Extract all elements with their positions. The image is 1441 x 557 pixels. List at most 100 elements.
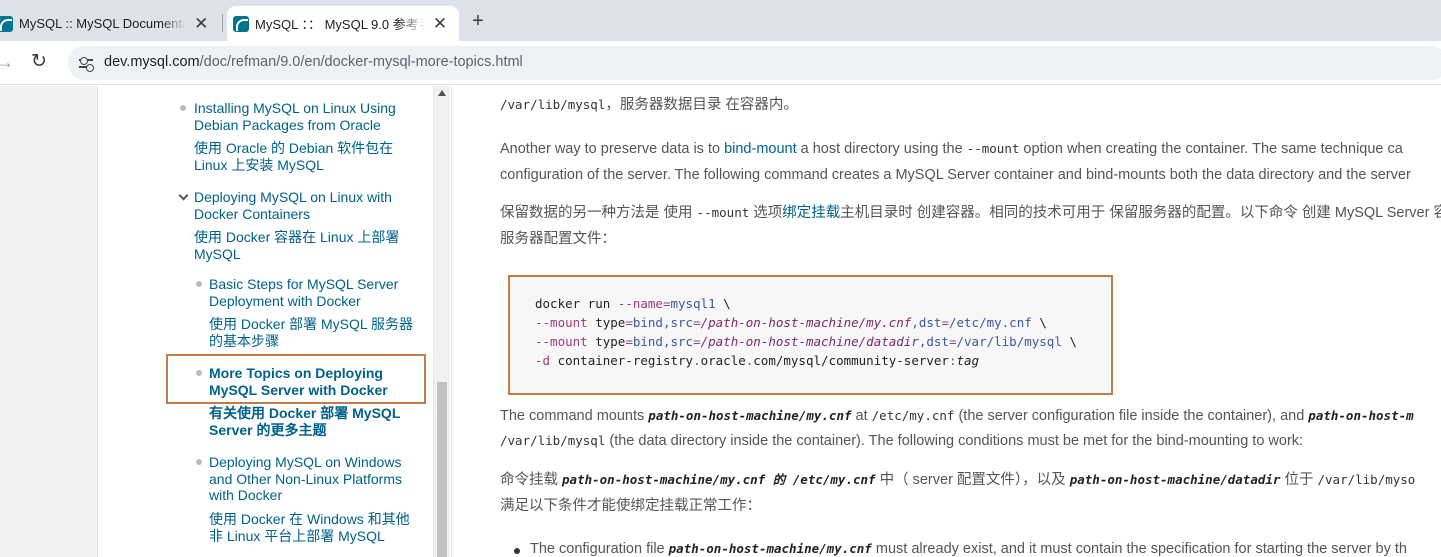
code-token: type <box>587 334 626 349</box>
tab-title: MySQL :: MySQL Documentation <box>19 16 187 31</box>
text: must already exist, and it must contain … <box>871 541 1407 557</box>
code-token: tag <box>956 353 980 368</box>
text: at <box>851 408 872 424</box>
toc-item-en: Deploying MySQL on Windows <box>209 454 402 470</box>
tab-separator <box>222 14 223 32</box>
text: (the data directory inside the container… <box>605 433 1304 449</box>
toc-bullet <box>196 281 202 287</box>
code-line: --mount type=bind,src=/path-on-host-mach… <box>535 313 1077 332</box>
toc-bullet <box>196 459 202 465</box>
toc-item-debian-packages[interactable]: Installing MySQL on Linux Using Debian P… <box>194 100 396 174</box>
inline-code-path: path-on-host-machine/my.cnf <box>668 541 872 556</box>
code-token: -d <box>535 353 551 368</box>
close-tab-icon[interactable]: ✕ <box>431 14 449 34</box>
code-line: --mount type=bind,src=/path-on-host-mach… <box>535 332 1077 351</box>
docker-run-code-block[interactable]: docker run --name=mysql1 \ --mount type=b… <box>508 275 1113 395</box>
inline-code: /var/lib/mysql <box>500 433 606 448</box>
code-token: = <box>625 334 633 349</box>
code-line: -d container-registry.oracle.com/mysql/c… <box>535 351 1077 370</box>
text: a host directory using the <box>796 141 967 157</box>
code-token: \ <box>715 296 731 311</box>
inline-code: --mount <box>966 141 1020 156</box>
code-token: type <box>587 315 626 330</box>
doc-content: /var/lib/mysql，服务器数据目录 在容器内。 Another way… <box>451 86 1441 557</box>
text: 位于 <box>1280 472 1318 488</box>
address-bar[interactable]: dev.mysql.com/doc/refman/9.0/en/docker-m… <box>68 46 1441 80</box>
new-tab-plus-icon[interactable]: + <box>466 9 490 33</box>
mysql-favicon-icon <box>233 15 249 32</box>
scroll-up-arrow-icon[interactable] <box>438 90 446 96</box>
tab-title: MySQL ：： MySQL 9.0 参考手册 <box>255 17 425 32</box>
paragraph-zh-bind-mount: 保留数据的另一种方法是 使用 --mount 选项绑定挂载主机目录时 创建容器。… <box>500 201 1441 222</box>
toc-item-zh: 使用 Docker 在 Windows 和其他非 Linux 平台上部署 MyS… <box>209 510 410 544</box>
toc-item-en: MySQL Server with Docker <box>209 381 388 398</box>
toc-item-zh: 使用 Docker 容器在 Linux 上部署 MySQL <box>194 229 400 262</box>
code-token: /etc/my.cnf <box>948 315 1032 330</box>
toc-item-basic-steps[interactable]: Basic Steps for MySQL Server Deployment … <box>209 276 413 350</box>
toc-item-en: Basic Steps for MySQL Server <box>209 276 399 292</box>
code-token: oracle <box>700 353 746 368</box>
code-token: container-registry <box>550 353 694 368</box>
inline-code-path: path-on-host-machine/datadir <box>1069 472 1281 487</box>
text: 命令挂载 <box>500 472 563 488</box>
sidebar-scrollbar[interactable] <box>433 86 450 557</box>
toc-item-en: Docker Containers <box>194 205 310 222</box>
toc-item-windows-non-linux[interactable]: Deploying MySQL on Windows and Other Non… <box>209 454 410 545</box>
toc-item-en: Debian Packages from Oracle <box>194 116 381 133</box>
browser-toolbar: → ↻ dev.mysql.com/doc/refman/9.0/en/dock… <box>0 41 1441 85</box>
code-token: com/mysql/community-server <box>753 353 949 368</box>
reload-icon[interactable]: ↻ <box>31 50 47 73</box>
text: 保留数据的另一种方法是 使用 <box>500 205 697 221</box>
code-token: --mount <box>535 334 588 349</box>
bind-mount-zh-link[interactable]: 绑定挂载 <box>782 205 840 221</box>
code-token: bind,src <box>632 334 694 349</box>
mysql-favicon-icon <box>0 15 13 32</box>
list-bullet <box>514 548 520 554</box>
tab-mysql-documentation[interactable]: MySQL :: MySQL Documentation ✕ <box>0 6 220 41</box>
toc-item-en: and Other Non-Linux Platforms <box>209 470 402 487</box>
toc-bullet <box>180 105 186 111</box>
datadir-line: /var/lib/mysql，服务器数据目录 在容器内。 <box>500 93 798 114</box>
code-token: \ <box>1031 315 1047 330</box>
toc-item-more-topics-current[interactable]: More Topics on Deploying MySQL Server wi… <box>209 365 400 439</box>
code-line: docker run --name=mysql1 \ <box>535 294 1077 313</box>
toc-item-zh: 使用 Docker 部署 MySQL 服务器 的基本步骤 <box>209 316 414 349</box>
paragraph-zh-command-mounts: 命令挂载 path-on-host-machine/my.cnf 的 /etc/… <box>500 468 1415 489</box>
toc-bullet <box>196 370 202 376</box>
sidebar-gutter <box>0 86 98 557</box>
code-token: --mount <box>535 315 588 330</box>
code-token: mysql1 <box>670 296 716 311</box>
toc-item-en: Installing MySQL on Linux Using <box>194 100 396 116</box>
close-tab-icon[interactable]: ✕ <box>192 14 210 34</box>
tab-mysql-reference-manual[interactable]: MySQL ：： MySQL 9.0 参考手册 ✕ <box>227 6 459 41</box>
scrollbar-thumb[interactable] <box>437 382 447 557</box>
text: option when creating the container. The … <box>1019 141 1403 157</box>
code-token: /var/lib/mysql <box>956 334 1062 349</box>
text: The configuration file <box>530 541 669 557</box>
text: 主机目录时 创建容器。相同的技术可用于 保留服务器的配置。以下命令 创建 MyS… <box>840 205 1441 221</box>
text: Another way to preserve data is to <box>500 141 725 157</box>
code-token: . <box>693 353 701 368</box>
chevron-down-icon[interactable] <box>178 190 189 201</box>
code-token: = <box>941 315 949 330</box>
forward-arrow-icon[interactable]: → <box>0 52 14 73</box>
url-text[interactable]: dev.mysql.com/doc/refman/9.0/en/docker-m… <box>104 54 523 70</box>
text: 选项 <box>749 205 783 221</box>
code-token: = <box>625 315 633 330</box>
text: 中（ server 配置文件），以及 <box>875 472 1070 488</box>
paragraph-en-bind-mount-line2: configuration of the server. The followi… <box>500 167 1411 183</box>
code-token: bind,src <box>632 315 694 330</box>
paragraph-en-command-mounts-line2: /var/lib/mysql (the data directory insid… <box>500 433 1303 449</box>
toc-sidebar: Installing MySQL on Linux Using Debian P… <box>0 86 450 557</box>
code-token: /path-on-host-machine/my.cnf <box>700 315 912 330</box>
inline-code: --mount <box>696 205 750 220</box>
toc-item-docker-containers[interactable]: Deploying MySQL on Linux with Docker Con… <box>194 189 399 263</box>
paragraph-en-bind-mount: Another way to preserve data is to bind-… <box>500 141 1403 157</box>
text: (the server configuration file inside th… <box>954 408 1309 424</box>
paragraph-zh-command-mounts-line2: 满足以下条件才能使绑定挂载正常工作： <box>500 498 761 514</box>
inline-code-path: path-on-host-machine/my.cnf 的 /etc/my.cn… <box>562 472 876 487</box>
bind-mount-link[interactable]: bind-mount <box>724 141 797 157</box>
code-token: = <box>693 334 701 349</box>
inline-code: /var/lib/mysql <box>500 97 606 112</box>
site-info-tune-icon[interactable] <box>78 55 94 72</box>
